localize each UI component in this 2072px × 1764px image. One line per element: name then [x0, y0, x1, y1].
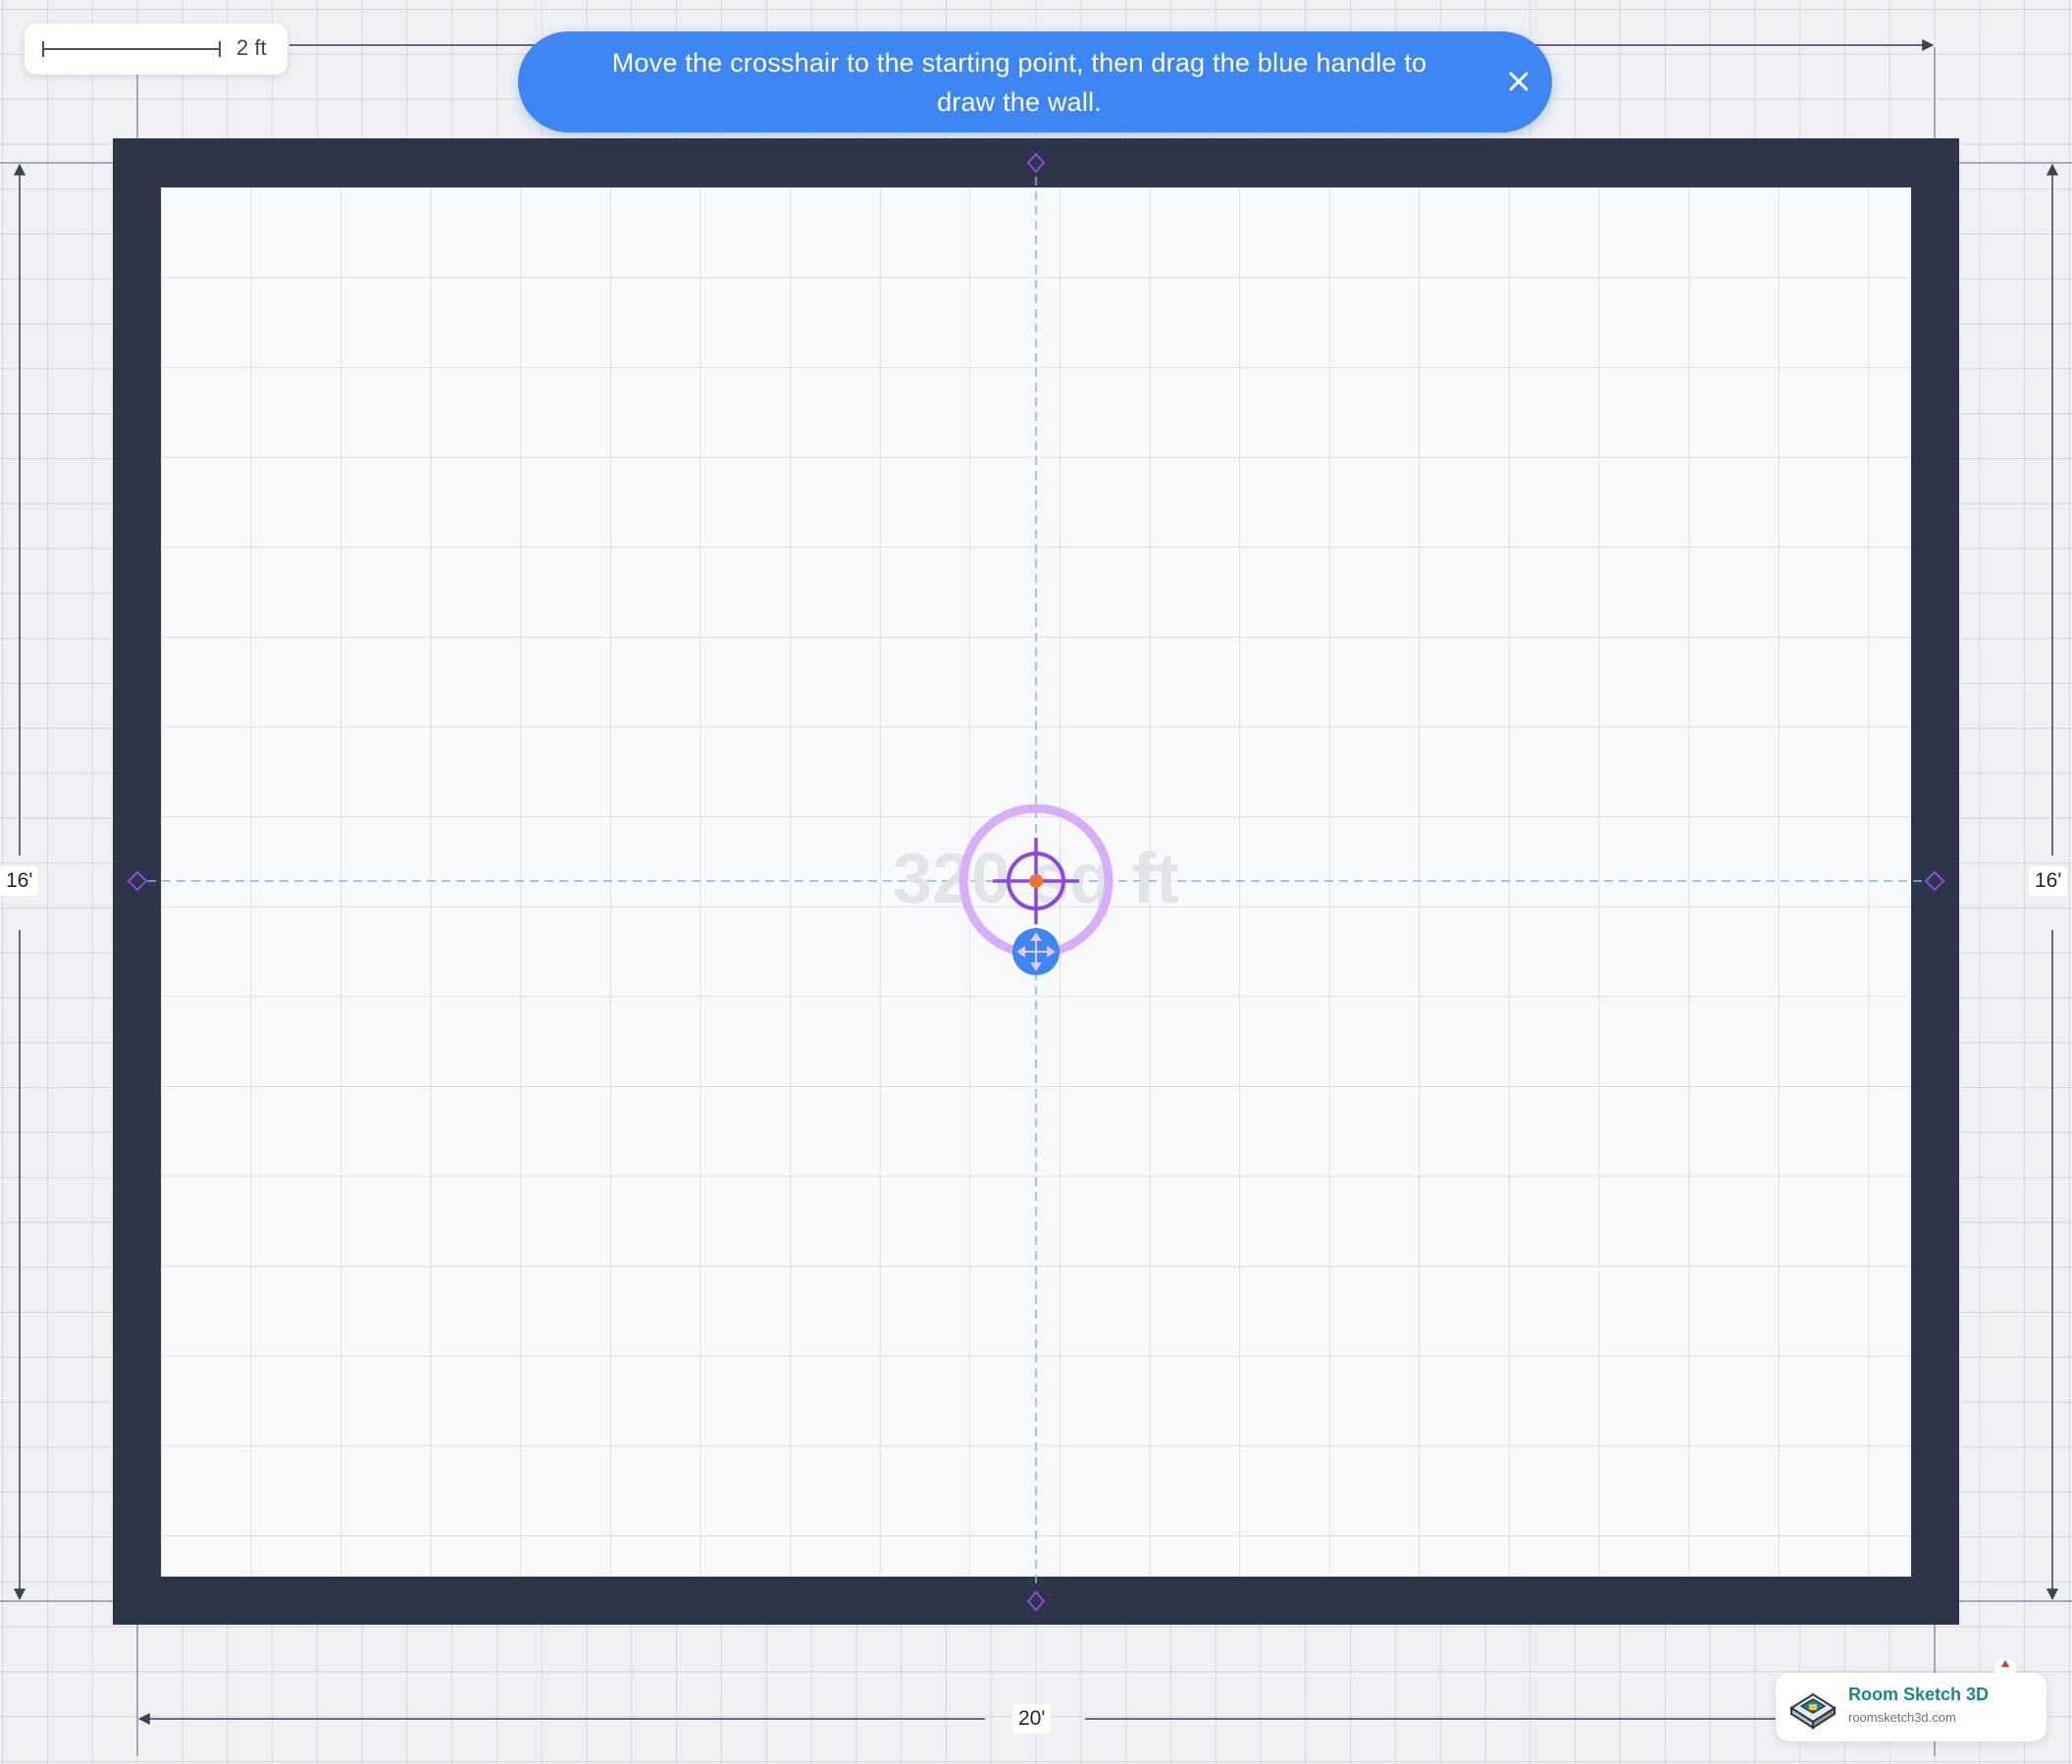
instruction-banner: Move the crosshair to the starting point…: [518, 31, 1552, 132]
pin-icon: [1994, 1658, 2016, 1687]
left-dimension-label: 16': [0, 866, 39, 896]
close-icon[interactable]: [1507, 70, 1530, 93]
drag-handle[interactable]: [1012, 928, 1060, 975]
house-logo-icon: [1789, 1692, 1837, 1730]
brand-url: roomsketch3d.com: [1848, 1710, 1956, 1725]
floor-plan-canvas[interactable]: 320 sq ft: [0, 0, 2072, 1764]
bottom-dimension-label: 20': [1012, 1704, 1052, 1734]
crosshair-center-dot: [1029, 874, 1043, 888]
instruction-text: Move the crosshair to the starting point…: [545, 43, 1493, 122]
instruction-line-2: draw the wall.: [937, 87, 1102, 117]
scale-legend: 2 ft: [25, 24, 287, 75]
right-dimension-label: 16': [2029, 866, 2068, 896]
scale-bar: [42, 41, 221, 57]
close-banner-button[interactable]: [1499, 62, 1538, 101]
instruction-line-1: Move the crosshair to the starting point…: [611, 48, 1427, 78]
scale-label: 2 ft: [236, 35, 267, 60]
brand-name: Room Sketch 3D: [1848, 1685, 1990, 1704]
